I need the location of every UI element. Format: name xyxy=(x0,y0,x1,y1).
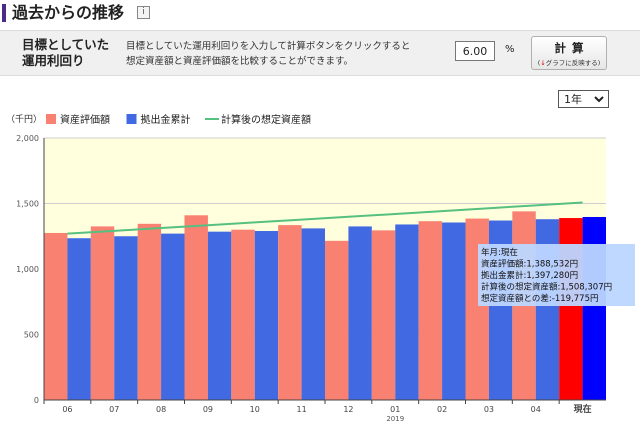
tooltip-line: 想定資産額との差:-119,775円 xyxy=(481,293,599,304)
target-rate-calculator: 目標としていた 運用利回り 目標としていた運用利回りを入力して計算ボタンをクリッ… xyxy=(0,30,640,76)
tooltip-line: 拠出金累計:1,397,280円 xyxy=(481,270,578,281)
chevron-down-icon xyxy=(594,96,604,103)
target-rate-input[interactable] xyxy=(455,41,495,61)
y-tick-label: 2,000 xyxy=(16,134,39,143)
x-tick-label: 09 xyxy=(203,405,213,414)
legend-label-1: 拠出金累計 xyxy=(141,113,191,126)
x-tick-label: 02 xyxy=(437,405,447,414)
section-header: 過去からの推移 i xyxy=(0,0,640,26)
y-tick-label: 1,500 xyxy=(16,200,39,209)
tooltip-line: 計算後の想定資産額:1,508,307円 xyxy=(481,282,612,293)
x-tick-label: 03 xyxy=(484,405,494,414)
legend-label-0: 資産評価額 xyxy=(60,113,110,126)
target-rate-label-line1: 目標としていた xyxy=(22,37,110,52)
bar-contribution-total[interactable] xyxy=(442,222,466,400)
tooltip-line: 資産評価額:1,388,532円 xyxy=(481,259,578,270)
calculate-button-label: 計算 xyxy=(554,41,590,55)
bar-asset-value[interactable] xyxy=(371,230,396,400)
calculator-description-line1: 目標としていた運用利回りを入力して計算ボタンをクリックすると xyxy=(126,41,411,52)
bar-asset-value[interactable] xyxy=(44,232,68,400)
calculator-description: 目標としていた運用利回りを入力して計算ボタンをクリックすると 想定資産額と資産評… xyxy=(126,39,410,69)
y-tick-label: 1,000 xyxy=(16,265,39,274)
x-tick-label: 07 xyxy=(109,405,119,414)
bar-contribution-total[interactable] xyxy=(348,226,372,400)
target-rate-label-line2: 運用利回り xyxy=(22,53,85,68)
period-select[interactable]: 1年 xyxy=(558,90,609,108)
bar-asset-value[interactable] xyxy=(137,223,162,400)
bar-contribution-total[interactable] xyxy=(254,231,279,400)
bar-asset-value[interactable] xyxy=(278,225,302,400)
page-title: 過去からの推移 xyxy=(12,3,125,22)
x-tick-label: 06 xyxy=(62,405,72,414)
x-tick-label: 現在 xyxy=(574,403,592,415)
bar-contribution-total[interactable] xyxy=(301,228,325,400)
bar-asset-value[interactable] xyxy=(231,229,255,400)
x-tick-label: 12 xyxy=(343,405,353,414)
x-tick-label: 01 xyxy=(390,405,400,414)
x-tick-label: 04 xyxy=(531,405,541,414)
calculator-description-line2: 想定資産額と資産評価額を比較することができます。 xyxy=(126,56,354,67)
bar-asset-value[interactable] xyxy=(325,240,349,400)
asset-history-chart: （千円） 資産評価額 拠出金累計 計算後の想定資産額 0 500 1,000 1,500 2,0… xyxy=(6,113,635,423)
x-tick-label: 11 xyxy=(296,405,306,414)
calculate-button[interactable]: 計算 (↓グラフに反映する) xyxy=(531,36,607,70)
bar-asset-value[interactable] xyxy=(184,215,208,400)
calculate-button-sublabel-text: グラフに反映する xyxy=(545,59,598,67)
legend-swatch-0 xyxy=(46,114,56,124)
x-tick-label: 10 xyxy=(250,405,260,414)
bar-asset-value[interactable] xyxy=(418,221,443,400)
unit-label: （千円） xyxy=(6,114,42,125)
tooltip-line: 年月:現在 xyxy=(481,247,518,258)
calculate-button-sublabel: (↓グラフに反映する) xyxy=(537,59,601,67)
bar-asset-value[interactable] xyxy=(90,226,115,400)
info-icon[interactable]: i xyxy=(137,6,150,19)
x-tick-label: 08 xyxy=(156,405,166,414)
bar-contribution-total[interactable] xyxy=(67,238,91,400)
legend-swatch-1 xyxy=(126,114,137,124)
header-accent-bar xyxy=(2,4,6,22)
bar-contribution-total[interactable] xyxy=(207,231,232,400)
period-select-value: 1年 xyxy=(564,93,582,106)
target-rate-label: 目標としていた 運用利回り xyxy=(22,37,109,69)
y-tick-label: 0 xyxy=(34,396,39,405)
bar-contribution-total[interactable] xyxy=(161,233,185,400)
y-tick-label: 500 xyxy=(24,331,39,340)
legend-label-2: 計算後の想定資産額 xyxy=(221,113,311,126)
rate-unit-label: % xyxy=(505,44,515,55)
year-label: 2019 xyxy=(386,415,404,423)
bar-contribution-total[interactable] xyxy=(395,224,419,400)
bar-contribution-total[interactable] xyxy=(114,236,138,400)
